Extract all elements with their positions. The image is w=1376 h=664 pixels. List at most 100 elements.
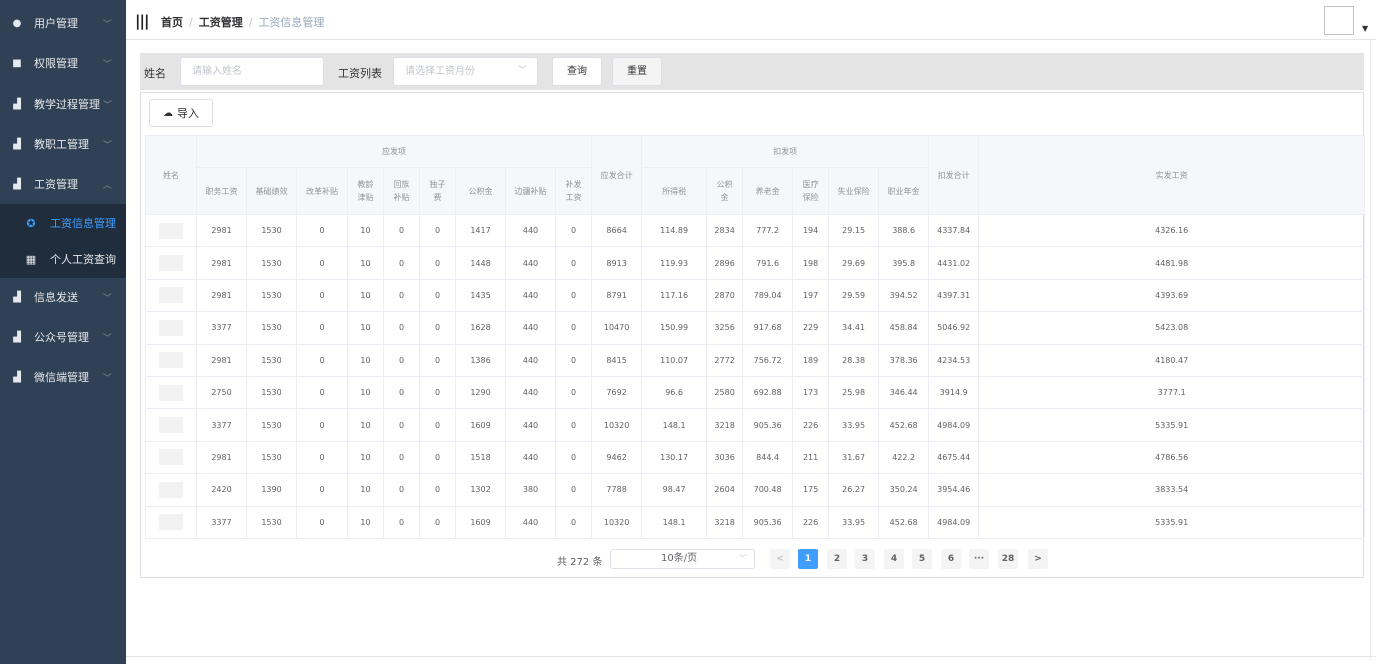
cell-name [145,213,197,248]
caret-down-icon[interactable]: ▼ [1362,24,1368,33]
table-cell: 1609 [455,505,506,539]
page-button-1[interactable]: 1 [798,549,818,569]
table-cell: 1530 [246,213,297,248]
table-row: 3377 1530 0 10 0 0 1628 440 0 10470 150.99 3256 917.… [145,311,1366,345]
sidebar-item-wechat[interactable]: ▟ 微信端管理 ﹀ [0,357,126,397]
month-select[interactable]: 请选择工资月份 ﹀ [393,57,538,86]
sidebar-item-official-account[interactable]: ▟ 公众号管理 ﹀ [0,317,126,357]
header-reform-subsidy: 改革补贴 [296,167,348,215]
table-cell: 3777.1 [978,375,1366,410]
page-button-5[interactable]: 5 [912,549,932,569]
table-cell: 0 [554,505,593,539]
header-income-tax: 所得税 [641,167,708,215]
sidebar-item-personal-salary[interactable]: ▦ 个人工资查询 [0,242,126,276]
table-cell: 2981 [196,246,247,280]
page-button-3[interactable]: 3 [855,549,875,569]
circle-icon: ✪ [26,216,36,230]
next-page-button[interactable]: > [1028,549,1048,569]
reset-button[interactable]: 重置 [612,57,662,86]
table-cell: 0 [383,246,420,280]
sidebar-item-salary-info[interactable]: ✪ 工资信息管理 [0,206,126,240]
sidebar-item-user-management[interactable]: ● 用户管理 ﹀ [0,3,126,43]
salary-list-label: 工资列表 [338,67,382,80]
table-cell: 2604 [706,473,744,507]
table-cell: 110.07 [641,343,708,377]
table-cell: 0 [383,375,420,410]
table-cell: 4180.47 [978,343,1366,377]
redacted-name [159,352,183,369]
table-cell: 917.68 [742,311,794,345]
sidebar-item-permission-management[interactable]: ■ 权限管理 ﹀ [0,43,126,83]
table-cell: 422.2 [878,440,930,475]
table-cell: 114.89 [641,213,708,248]
table-cell: 3954.46 [928,473,980,507]
hamburger-icon[interactable]: ||| [135,12,149,30]
search-button[interactable]: 查询 [552,57,602,86]
sidebar-item-staff-management[interactable]: ▟ 教职工管理 ﹀ [0,124,126,164]
table-cell: 1628 [455,311,506,345]
redacted-name [159,287,183,304]
breadcrumb-separator: / [248,16,253,29]
breadcrumb-separator: / [189,16,193,29]
table-cell: 0 [383,473,420,507]
header-only-child-fee: 独子费 [419,167,456,215]
table-cell: 1417 [455,213,506,248]
table-cell: 3377 [196,311,247,345]
bar-chart-icon: ▟ [13,331,21,343]
table-cell: 0 [296,375,348,410]
bar-chart-icon: ▟ [13,98,21,110]
table-cell: 4481.98 [978,246,1366,280]
page-button-6[interactable]: 6 [941,549,961,569]
table-cell: 440 [505,408,556,442]
redacted-name [159,319,183,336]
table-row: 3377 1530 0 10 0 0 1609 440 0 10320 148.1 3218 905.3… [145,408,1366,442]
table-cell: 4984.09 [928,408,980,442]
breadcrumb-salary[interactable]: 工资管理 [199,16,243,29]
table-body: 2981 1530 0 10 0 0 1417 440 0 8664 114.89 2834 777.2… [145,213,1366,539]
table-cell: 2834 [706,213,744,248]
import-button[interactable]: ☁ 导入 [149,99,213,127]
table-cell: 2981 [196,343,247,377]
page-ellipsis[interactable]: ··· [969,549,989,569]
table-cell: 148.1 [641,505,708,539]
page-button-2[interactable]: 2 [827,549,847,569]
page-button-28[interactable]: 28 [998,549,1018,569]
table-cell: 4786.56 [978,440,1366,475]
divider [126,656,1376,657]
prev-page-button[interactable]: < [770,549,790,569]
table-cell: 10320 [591,408,643,442]
name-label: 姓名 [144,67,166,80]
table-cell: 10 [347,278,384,313]
redacted-name [159,449,183,466]
table-cell: 4234.53 [928,343,980,377]
sidebar-item-teaching-process[interactable]: ▟ 教学过程管理 ﹀ [0,84,126,124]
table-cell: 0 [419,505,456,539]
table-cell: 0 [383,343,420,377]
table-cell: 25.98 [828,375,880,410]
breadcrumb-home[interactable]: 首页 [161,16,183,29]
table-cell: 346.44 [878,375,930,410]
table-cell: 173 [792,375,830,410]
table-row: 2981 1530 0 10 0 0 1435 440 0 8791 117.16 2870 789.0… [145,278,1366,313]
chevron-down-icon: ﹀ [102,140,112,151]
name-input[interactable]: 请输入姓名 [180,57,324,86]
table-cell: 395.8 [878,246,930,280]
table-cell: 9462 [591,440,643,475]
header-back-pay: 补发工资 [554,167,593,215]
table-cell: 2981 [196,213,247,248]
table-cell: 0 [296,505,348,539]
page-button-4[interactable]: 4 [884,549,904,569]
table-cell: 905.36 [742,505,794,539]
header-hui-subsidy: 回族补贴 [383,167,420,215]
table-cell: 4431.02 [928,246,980,280]
table-cell: 117.16 [641,278,708,313]
avatar[interactable] [1324,6,1354,35]
redacted-name [159,514,183,531]
table-cell: 388.6 [878,213,930,248]
table-cell: 10 [347,213,384,248]
sidebar: ● 用户管理 ﹀ ■ 权限管理 ﹀ ▟ 教学过程管理 ﹀ ▟ 教职工管理 ﹀ ▟… [0,0,126,664]
sidebar-item-message[interactable]: ▟ 信息发送 ﹀ [0,277,126,317]
page-size-select[interactable]: 10条/页 ﹀ [610,549,755,569]
sidebar-item-salary-management[interactable]: ▟ 工资管理 ︿ [0,164,126,204]
table-cell: 1530 [246,343,297,377]
